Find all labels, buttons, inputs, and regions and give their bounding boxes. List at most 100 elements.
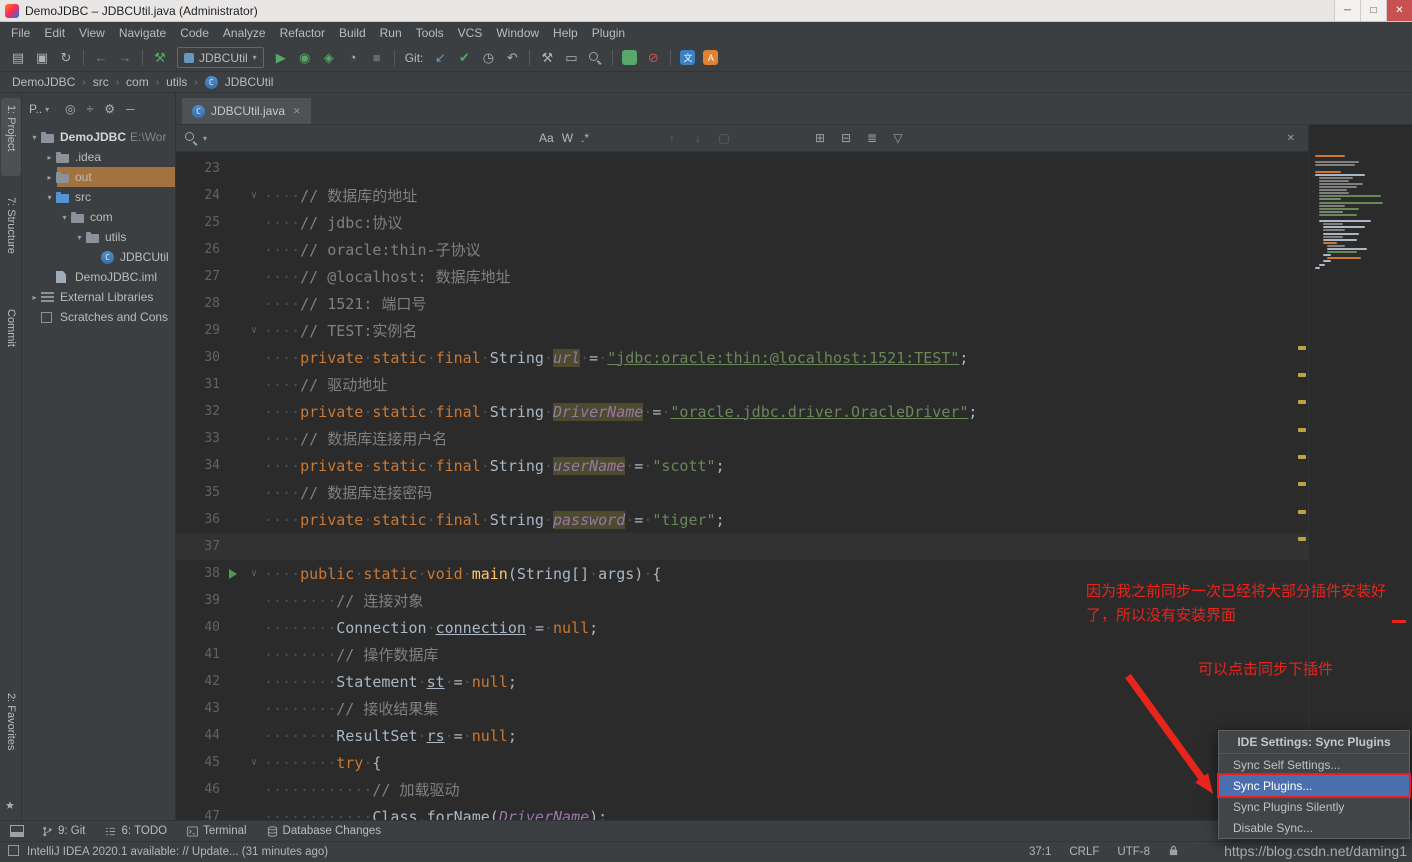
breadcrumb-item-src[interactable]: src	[93, 75, 109, 89]
whole-words-toggle[interactable]: W	[562, 131, 573, 145]
tree-item-utils[interactable]: ▾utils	[22, 227, 175, 247]
fold-icon[interactable]: ∨	[246, 568, 262, 579]
remove-selection-icon[interactable]: ⊟	[837, 131, 855, 145]
toolwindow-button-7-structure[interactable]: 7: Structure	[5, 197, 17, 254]
tree-item-com[interactable]: ▾com	[22, 207, 175, 227]
filter-icon[interactable]: ▽	[889, 131, 907, 145]
regex-toggle[interactable]: .*	[581, 131, 589, 145]
breadcrumb-item-demojdbc[interactable]: DemoJDBC	[12, 75, 75, 89]
lock-icon[interactable]	[1168, 845, 1179, 859]
terminal-toolbar-icon[interactable]: ▭	[559, 47, 583, 69]
code-line-46[interactable]: 46············// 加载驱动	[176, 776, 1308, 803]
code-line-43[interactable]: 43········// 接收结果集	[176, 695, 1308, 722]
menu-view[interactable]: View	[72, 24, 112, 42]
popup-item-sync-plugins[interactable]: Sync Plugins...	[1219, 775, 1409, 796]
toolwindow-button-database-changes[interactable]: Database Changes	[257, 825, 391, 837]
fold-icon[interactable]: ∨	[246, 190, 262, 201]
error-stripe[interactable]	[1296, 152, 1307, 820]
menu-build[interactable]: Build	[332, 24, 373, 42]
code-line-32[interactable]: 32····private·static·final·String·Driver…	[176, 398, 1308, 425]
maximize-button[interactable]: □	[1360, 0, 1386, 21]
tree-toggle-icon[interactable]: ▸	[43, 153, 56, 162]
menu-window[interactable]: Window	[489, 24, 546, 42]
warning-stripe-mark[interactable]	[1298, 346, 1306, 350]
editor-tab[interactable]: C JDBCUtil.java ✕	[182, 98, 311, 124]
git-rollback-icon[interactable]: ↶	[500, 47, 524, 69]
breadcrumb-item-utils[interactable]: utils	[166, 75, 187, 89]
breadcrumb-item-jdbcutil[interactable]: JDBCUtil	[225, 75, 274, 89]
search-everywhere-icon[interactable]	[583, 47, 607, 69]
match-case-toggle[interactable]: Aa	[539, 131, 554, 145]
tree-toggle-icon[interactable]: ▾	[43, 193, 56, 202]
debug-icon[interactable]: ◉	[293, 47, 317, 69]
menu-run[interactable]: Run	[373, 24, 409, 42]
menu-plugin[interactable]: Plugin	[585, 24, 632, 42]
run-gutter-icon[interactable]	[229, 569, 237, 579]
find-all-icon[interactable]: ▢	[715, 131, 733, 145]
save-all-icon[interactable]: ▣	[30, 47, 54, 69]
git-history-icon[interactable]: ◷	[476, 47, 500, 69]
popup-item-disable-sync[interactable]: Disable Sync...	[1219, 817, 1409, 838]
open-project-icon[interactable]: ▤	[6, 47, 30, 69]
code-line-37[interactable]: 37	[176, 533, 1308, 560]
minimize-button[interactable]: ─	[1334, 0, 1360, 21]
menu-tools[interactable]: Tools	[409, 24, 451, 42]
select-occurrences-icon[interactable]: ≣	[863, 131, 881, 145]
hide-icon[interactable]: ─	[126, 102, 135, 116]
stop-icon[interactable]: ■	[365, 47, 389, 69]
project-view-selector[interactable]: P.. ▾	[29, 102, 49, 116]
code-line-23[interactable]: 23	[176, 155, 1308, 182]
menu-refactor[interactable]: Refactor	[273, 24, 332, 42]
search-history-chevron-icon[interactable]: ▾	[203, 134, 207, 143]
tree-item-scratches-and-cons[interactable]: Scratches and Cons	[22, 307, 175, 327]
code-line-45[interactable]: 45∨········try·{	[176, 749, 1308, 776]
tree-item-idea[interactable]: ▸.idea	[22, 147, 175, 167]
warning-stripe-mark[interactable]	[1298, 400, 1306, 404]
close-button[interactable]: ✕	[1386, 0, 1412, 21]
locate-icon[interactable]: ◎	[65, 102, 75, 116]
profiler-icon[interactable]: ◔	[341, 47, 365, 69]
warning-stripe-mark[interactable]	[1298, 482, 1306, 486]
code-line-47[interactable]: 47············Class.forName(DriverName);	[176, 803, 1308, 820]
warning-stripe-mark[interactable]	[1298, 373, 1306, 377]
git-commit-icon[interactable]: ✔	[452, 47, 476, 69]
toolwindow-button-terminal[interactable]: Terminal	[177, 825, 256, 837]
tree-toggle-icon[interactable]: ▾	[28, 133, 41, 142]
tools-icon[interactable]: ⚒	[535, 47, 559, 69]
breadcrumb-item-com[interactable]: com	[126, 75, 149, 89]
tree-toggle-icon[interactable]: ▾	[58, 213, 71, 222]
line-ending-indicator[interactable]: CRLF	[1069, 846, 1099, 858]
event-icon[interactable]	[8, 845, 19, 859]
plugin-green-icon[interactable]	[622, 50, 637, 65]
code-line-34[interactable]: 34····private·static·final·String·userNa…	[176, 452, 1308, 479]
menu-analyze[interactable]: Analyze	[216, 24, 273, 42]
code-line-27[interactable]: 27····// @localhost: 数据库地址	[176, 263, 1308, 290]
baidu-translate-plugin-icon[interactable]: A	[703, 50, 718, 65]
code-line-44[interactable]: 44········ResultSet·rs·=·null;	[176, 722, 1308, 749]
code-line-29[interactable]: 29∨····// TEST:实例名	[176, 317, 1308, 344]
forward-icon[interactable]: →	[113, 47, 137, 69]
tree-item-demojdbc[interactable]: ▾DemoJDBCE:\Wor	[22, 127, 175, 147]
tree-item-out[interactable]: ▸out	[22, 167, 175, 187]
code-line-25[interactable]: 25····// jdbc:协议	[176, 209, 1308, 236]
tree-item-src[interactable]: ▾src	[22, 187, 175, 207]
code-line-36[interactable]: 36····private·static·final·String·passwo…	[176, 506, 1308, 533]
settings-icon[interactable]: ⚙	[104, 102, 115, 116]
find-next-icon[interactable]: ↓	[689, 131, 707, 145]
close-icon[interactable]: ✕	[293, 106, 301, 117]
tree-toggle-icon[interactable]: ▾	[73, 233, 86, 242]
coverage-icon[interactable]: ◈	[317, 47, 341, 69]
code-line-30[interactable]: 30····private·static·final·String·url·=·…	[176, 344, 1308, 371]
search-input[interactable]	[213, 129, 533, 147]
favorites-star-icon[interactable]: ★	[5, 799, 15, 812]
collapse-all-icon[interactable]: ÷	[87, 102, 94, 116]
code-line-41[interactable]: 41········// 操作数据库	[176, 641, 1308, 668]
find-prev-icon[interactable]: ↑	[663, 131, 681, 145]
code-line-26[interactable]: 26····// oracle:thin-子协议	[176, 236, 1308, 263]
menu-vcs[interactable]: VCS	[451, 24, 490, 42]
menu-code[interactable]: Code	[173, 24, 216, 42]
tree-item-demojdbc-iml[interactable]: DemoJDBC.iml	[22, 267, 175, 287]
warning-stripe-mark[interactable]	[1298, 455, 1306, 459]
menu-file[interactable]: File	[4, 24, 37, 42]
run-config-combo[interactable]: JDBCUtil▾	[177, 47, 264, 68]
